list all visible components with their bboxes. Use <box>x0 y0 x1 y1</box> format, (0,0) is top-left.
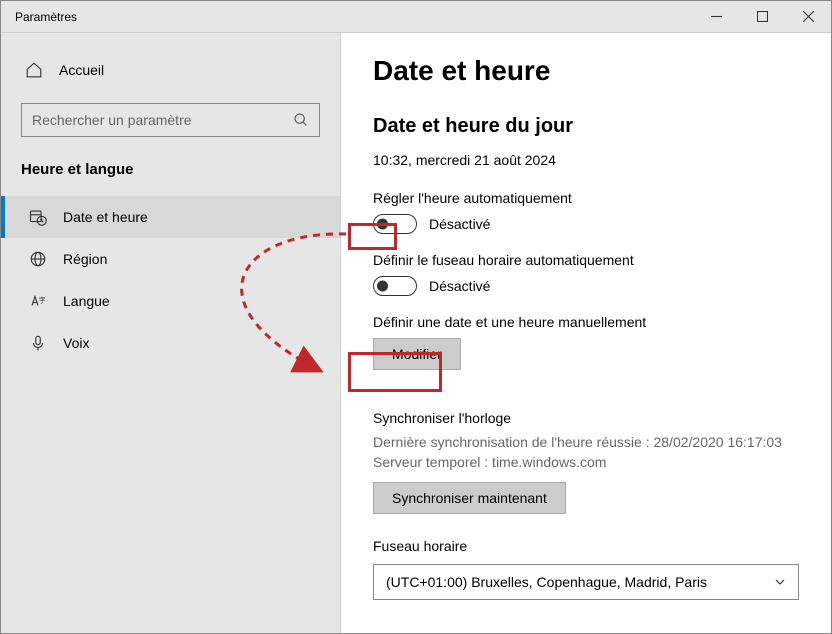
sidebar-item-label: Date et heure <box>63 209 148 225</box>
timezone-value: (UTC+01:00) Bruxelles, Copenhague, Madri… <box>386 574 707 590</box>
auto-time-toggle[interactable] <box>373 214 417 234</box>
auto-time-label: Régler l'heure automatiquement <box>373 190 799 206</box>
clock-calendar-icon <box>29 208 47 226</box>
sidebar-item-language[interactable]: 字 Langue <box>1 280 340 322</box>
sync-clock-heading: Synchroniser l'horloge <box>373 410 799 426</box>
sidebar-item-voice[interactable]: Voix <box>1 322 340 364</box>
search-icon <box>293 112 309 128</box>
auto-timezone-label: Définir le fuseau horaire automatiquemen… <box>373 252 799 268</box>
language-icon: 字 <box>29 292 47 310</box>
manual-set-label: Définir une date et une heure manuelleme… <box>373 314 799 330</box>
current-datetime-value: 10:32, mercredi 21 août 2024 <box>373 152 799 168</box>
maximize-icon <box>757 11 768 22</box>
timezone-select[interactable]: (UTC+01:00) Bruxelles, Copenhague, Madri… <box>373 564 799 600</box>
sidebar-item-label: Voix <box>63 335 89 351</box>
auto-time-state: Désactivé <box>429 216 490 232</box>
close-button[interactable] <box>785 2 831 32</box>
auto-timezone-state: Désactivé <box>429 278 490 294</box>
globe-icon <box>29 250 47 268</box>
sidebar-item-date-time[interactable]: Date et heure <box>1 196 340 238</box>
timezone-heading: Fuseau horaire <box>373 538 799 554</box>
sidebar-item-region[interactable]: Région <box>1 238 340 280</box>
main-content: Date et heure Date et heure du jour 10:3… <box>341 33 831 633</box>
home-icon <box>25 61 43 79</box>
sync-last-text: Dernière synchronisation de l'heure réus… <box>373 434 799 450</box>
search-input[interactable] <box>32 112 293 128</box>
sidebar-item-label: Région <box>63 251 107 267</box>
microphone-icon <box>29 334 47 352</box>
title-bar: Paramètres <box>1 1 831 33</box>
home-nav[interactable]: Accueil <box>1 53 340 99</box>
sidebar-item-label: Langue <box>63 293 110 309</box>
maximize-button[interactable] <box>739 2 785 32</box>
chevron-down-icon <box>774 576 786 588</box>
sync-now-button[interactable]: Synchroniser maintenant <box>373 482 566 514</box>
category-heading: Heure et langue <box>1 161 340 196</box>
search-box[interactable] <box>21 103 320 137</box>
auto-timezone-toggle[interactable] <box>373 276 417 296</box>
minimize-icon <box>711 11 722 22</box>
page-title: Date et heure <box>373 55 799 87</box>
sidebar: Accueil Heure et langue Date et heure Ré… <box>1 33 341 633</box>
close-icon <box>803 11 814 22</box>
section-heading-current-datetime: Date et heure du jour <box>373 115 799 138</box>
home-label: Accueil <box>59 62 104 78</box>
window-title: Paramètres <box>1 10 77 24</box>
sync-server-text: Serveur temporel : time.windows.com <box>373 454 799 470</box>
change-button[interactable]: Modifier <box>373 338 461 370</box>
svg-text:字: 字 <box>39 296 46 305</box>
minimize-button[interactable] <box>693 2 739 32</box>
